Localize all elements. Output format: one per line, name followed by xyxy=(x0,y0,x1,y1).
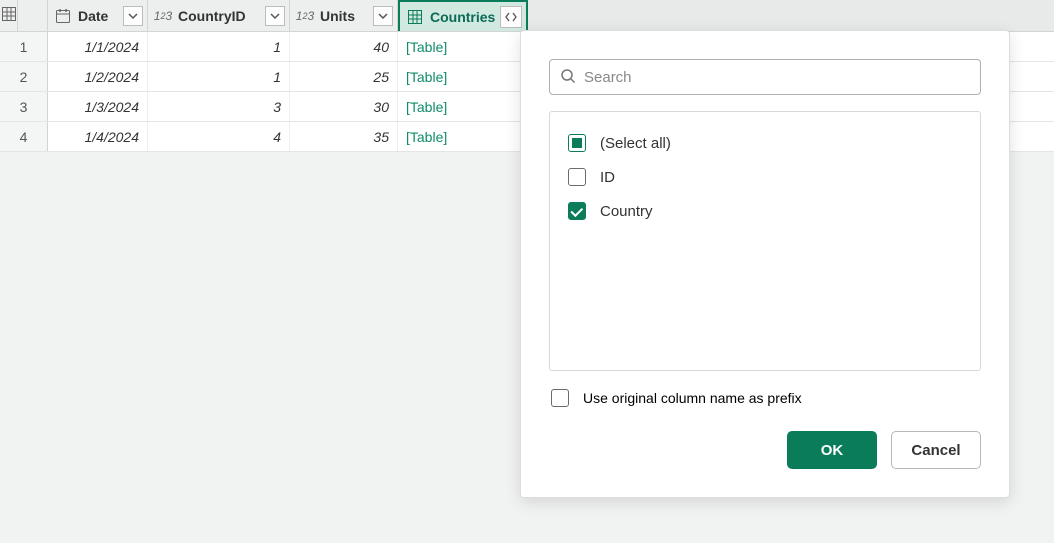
cell-units[interactable]: 35 xyxy=(290,122,398,151)
column-label: CountryID xyxy=(176,8,263,24)
row-number-header xyxy=(18,0,48,31)
cell-date[interactable]: 1/2/2024 xyxy=(48,62,148,91)
number-type-icon: 123 xyxy=(152,6,174,26)
cell-units[interactable]: 25 xyxy=(290,62,398,91)
column-header-date[interactable]: Date xyxy=(48,0,148,31)
cell-units[interactable]: 30 xyxy=(290,92,398,121)
date-type-icon xyxy=(52,6,74,26)
search-input[interactable] xyxy=(584,69,970,86)
checklist-label: (Select all) xyxy=(600,135,671,152)
column-header-countryid[interactable]: 123 CountryID xyxy=(148,0,290,31)
prefix-option-row[interactable]: Use original column name as prefix xyxy=(549,389,981,407)
cell-countryid[interactable]: 1 xyxy=(148,62,290,91)
cancel-button[interactable]: Cancel xyxy=(891,431,981,469)
column-filter-dropdown[interactable] xyxy=(123,6,143,26)
prefix-label: Use original column name as prefix xyxy=(583,390,802,406)
column-filter-dropdown[interactable] xyxy=(265,6,285,26)
checklist-item[interactable]: ID xyxy=(568,160,962,194)
checklist-label: Country xyxy=(600,203,653,220)
cell-countries[interactable]: [Table] xyxy=(398,122,528,151)
cell-countries[interactable]: [Table] xyxy=(398,92,528,121)
cell-countries[interactable]: [Table] xyxy=(398,62,528,91)
column-header-units[interactable]: 123 Units xyxy=(290,0,398,31)
cell-date[interactable]: 1/4/2024 xyxy=(48,122,148,151)
prefix-checkbox[interactable] xyxy=(551,389,569,407)
table-type-icon xyxy=(404,7,426,27)
column-label: Date xyxy=(76,8,121,24)
cell-countries[interactable]: [Table] xyxy=(398,32,528,61)
search-icon xyxy=(560,68,584,87)
column-label: Countries xyxy=(428,9,500,25)
row-number: 1 xyxy=(0,32,48,61)
checklist-label: ID xyxy=(600,169,615,186)
ok-button[interactable]: OK xyxy=(787,431,877,469)
search-box[interactable] xyxy=(549,59,981,95)
row-number: 2 xyxy=(0,62,48,91)
row-number: 3 xyxy=(0,92,48,121)
cell-date[interactable]: 1/1/2024 xyxy=(48,32,148,61)
checklist-item[interactable]: Country xyxy=(568,194,962,228)
checkbox[interactable] xyxy=(568,168,586,186)
cell-countryid[interactable]: 4 xyxy=(148,122,290,151)
grid-header-row: Date 123 CountryID 123 Units Countries xyxy=(0,0,1054,32)
cell-countryid[interactable]: 3 xyxy=(148,92,290,121)
row-number: 4 xyxy=(0,122,48,151)
table-icon xyxy=(2,7,16,24)
columns-checklist[interactable]: (Select all) ID Country xyxy=(549,111,981,371)
column-header-countries[interactable]: Countries xyxy=(398,0,528,31)
expand-column-flyout: (Select all) ID Country Use original colum… xyxy=(520,30,1010,498)
checklist-item[interactable]: (Select all) xyxy=(568,126,962,160)
checkbox[interactable] xyxy=(568,134,586,152)
cell-countryid[interactable]: 1 xyxy=(148,32,290,61)
select-all-corner[interactable] xyxy=(0,0,18,31)
cell-date[interactable]: 1/3/2024 xyxy=(48,92,148,121)
checkbox[interactable] xyxy=(568,202,586,220)
column-label: Units xyxy=(318,8,371,24)
expand-column-button[interactable] xyxy=(500,6,522,28)
number-type-icon: 123 xyxy=(294,6,316,26)
column-filter-dropdown[interactable] xyxy=(373,6,393,26)
cell-units[interactable]: 40 xyxy=(290,32,398,61)
dialog-button-row: OK Cancel xyxy=(549,431,981,469)
